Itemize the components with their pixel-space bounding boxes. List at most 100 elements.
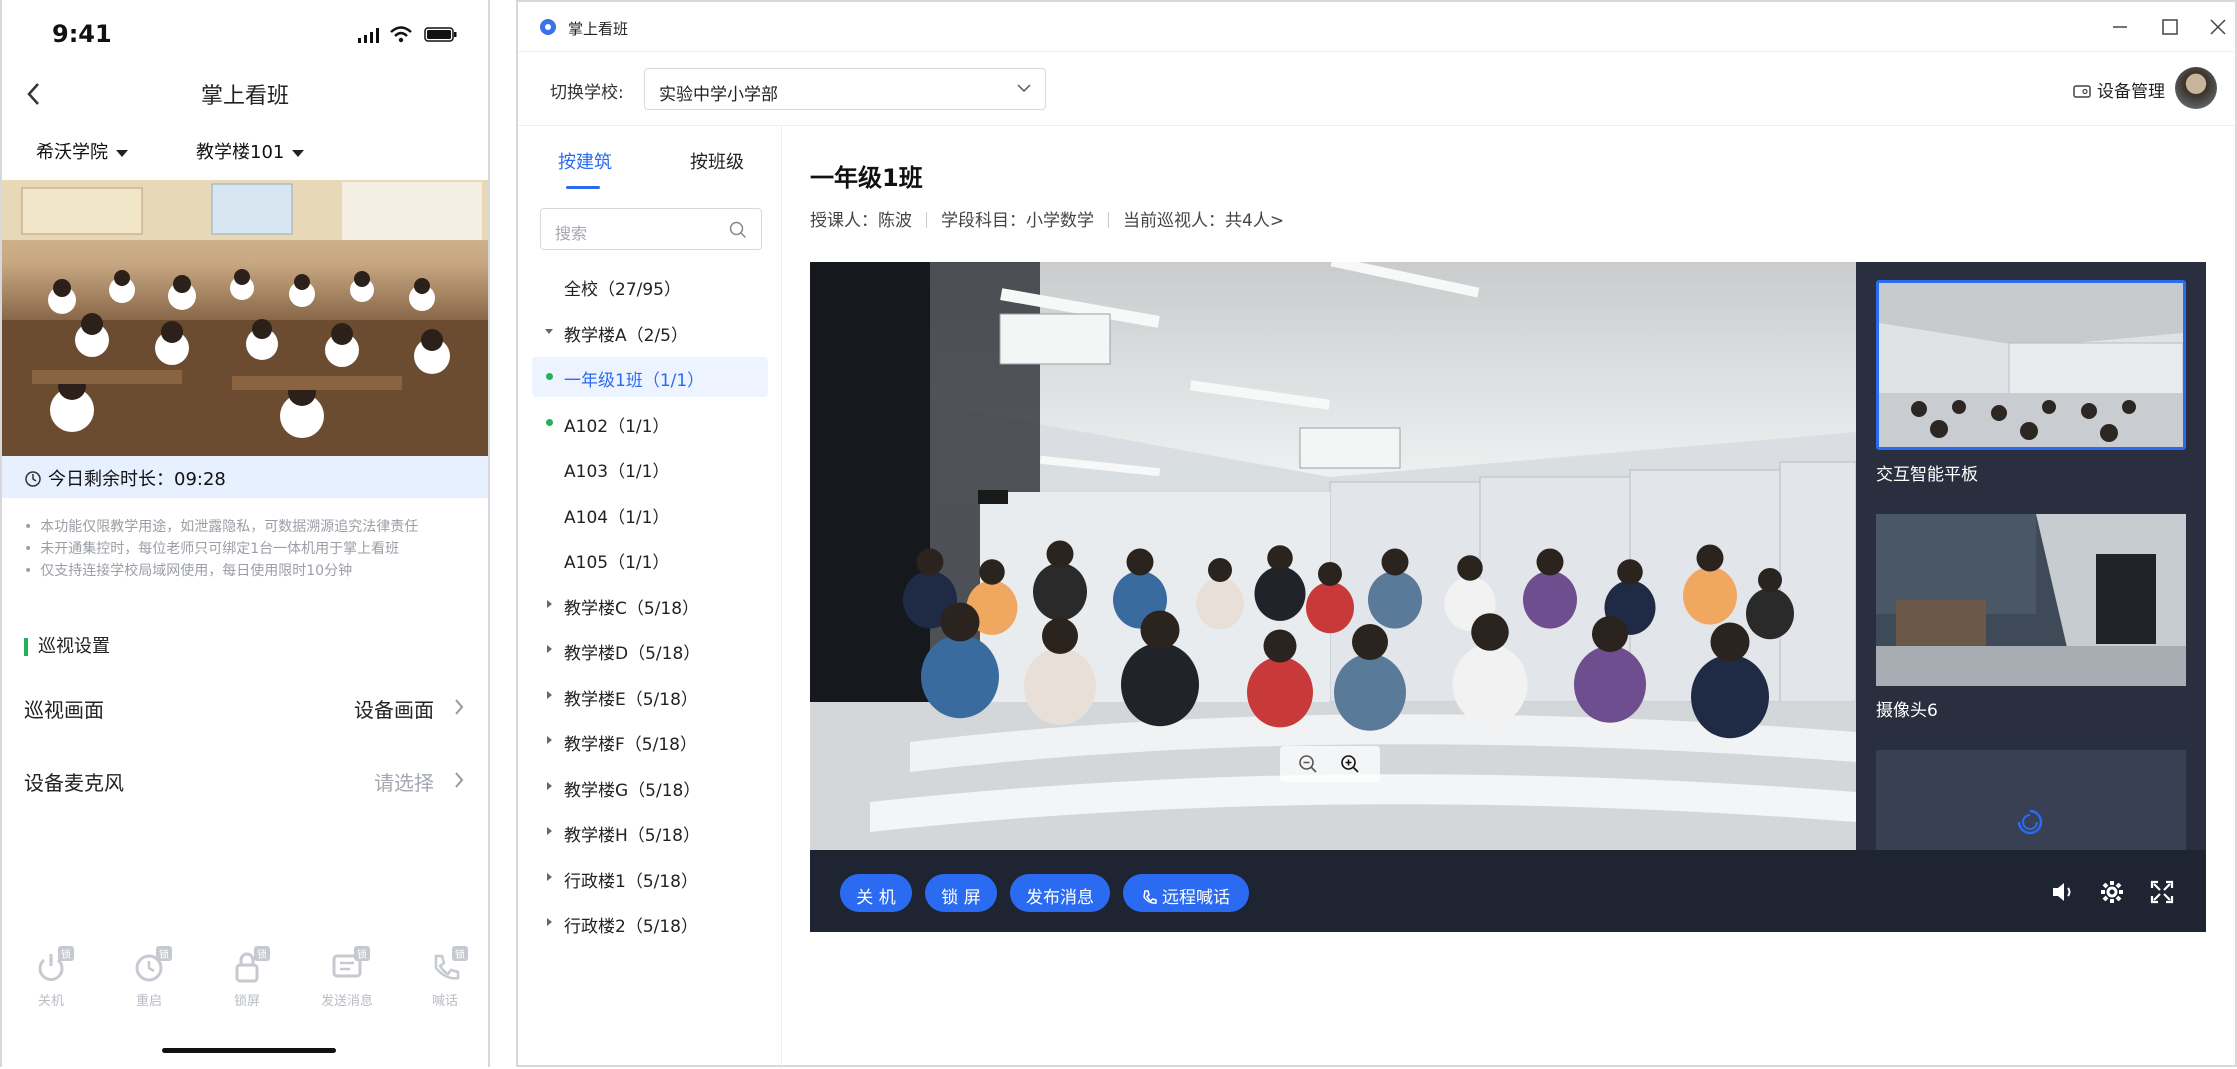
note-item: 本功能仅限教学用途，如泄露隐私，可数据溯源追究法律责任 xyxy=(24,516,418,538)
tree-item[interactable]: 教学楼D（5/18） xyxy=(532,630,768,670)
audience-figure xyxy=(1368,571,1422,629)
search-input[interactable]: 搜索 xyxy=(540,208,762,250)
caret-right-icon[interactable] xyxy=(544,781,554,791)
camera-6-preview xyxy=(1876,514,2186,686)
tab-label: 锁屏 xyxy=(233,994,260,1009)
lock-screen-button[interactable]: 锁 屏 xyxy=(925,874,997,912)
video-panel: 交互智能平板 摄像头6 关 机 锁 屏 发布消息 远程喊话 xyxy=(810,262,2206,932)
caret-right-icon[interactable] xyxy=(544,826,554,836)
toolbar: 切换学校: 实验中学小学部 设备管理 xyxy=(518,52,2235,126)
campus-filter[interactable]: 希沃学院 xyxy=(36,138,128,164)
timer-icon xyxy=(25,471,41,487)
tree-item[interactable]: 教学楼G（5/18） xyxy=(532,767,768,807)
maximize-icon[interactable] xyxy=(2159,16,2181,38)
school-select[interactable]: 实验中学小学部 xyxy=(644,68,1046,110)
building-filter[interactable]: 教学楼101 xyxy=(196,138,305,164)
device-management-button[interactable]: 设备管理 xyxy=(2073,77,2165,102)
tree-item[interactable]: 全校（27/95） xyxy=(532,266,768,306)
audience-figure xyxy=(1746,588,1794,640)
lock-badge: 锁 xyxy=(156,946,172,961)
tree-item[interactable]: 教学楼E（5/18） xyxy=(532,676,768,716)
caret-right-icon[interactable] xyxy=(544,872,554,882)
switch-school-label: 切换学校: xyxy=(550,83,624,103)
minimize-icon[interactable] xyxy=(2109,16,2131,38)
smart-board-preview xyxy=(1879,283,2183,447)
tab-by-building[interactable]: 按建筑 xyxy=(558,148,612,174)
audience-figure xyxy=(940,602,980,642)
audience-figure xyxy=(1452,644,1528,725)
tab-call[interactable]: 锁 喊话 xyxy=(410,946,480,1009)
device-mic-row[interactable]: 设备麦克风 请选择 xyxy=(24,767,468,807)
thumb-loading[interactable] xyxy=(1876,750,2186,850)
remote-call-button[interactable]: 远程喊话 xyxy=(1123,874,1249,912)
device-mic-value: 请选择 xyxy=(374,771,434,795)
caret-right-icon[interactable] xyxy=(544,644,554,654)
tree-item[interactable]: 教学楼H（5/18） xyxy=(532,812,768,852)
tree-item[interactable]: 教学楼F（5/18） xyxy=(532,721,768,761)
thumb-camera-6[interactable] xyxy=(1876,514,2186,686)
tab-send-message[interactable]: 锁 发送消息 xyxy=(312,946,382,1009)
thumb-smart-board[interactable] xyxy=(1876,280,2186,450)
signal-icon xyxy=(358,28,379,43)
page-title: 掌上看班 xyxy=(200,84,289,109)
audience-figure xyxy=(1758,568,1782,592)
audience-figure xyxy=(1592,616,1628,652)
audience-figure xyxy=(1126,548,1154,576)
tree-item[interactable]: 教学楼C（5/18） xyxy=(532,585,768,625)
tree-item[interactable]: 一年级1班（1/1） xyxy=(532,357,768,397)
tree-item[interactable]: A104（1/1） xyxy=(532,494,768,534)
close-icon[interactable] xyxy=(2207,16,2229,38)
tab-label: 发送消息 xyxy=(320,994,373,1009)
audience-figure xyxy=(1263,629,1297,663)
class-meta: 授课人：陈波 学段科目：小学数学 当前巡视人：共4人> xyxy=(810,206,1284,231)
caret-down-icon[interactable] xyxy=(544,326,554,336)
caret-right-icon[interactable] xyxy=(544,599,554,609)
tree-item[interactable]: 教学楼A（2/5） xyxy=(532,312,768,352)
phone-screen: 9:41 掌上看班 希沃学院 教学楼101 今日剩余时长：09:28 • 本功能… xyxy=(0,0,490,1067)
patrol-view-row[interactable]: 巡视画面 设备画面 xyxy=(24,694,468,734)
main-video[interactable] xyxy=(810,262,1856,850)
zoom-in-icon[interactable] xyxy=(1340,754,1360,774)
tab-restart[interactable]: 锁 重启 xyxy=(114,946,184,1009)
audience-figure xyxy=(1536,548,1564,576)
settings-gear-icon[interactable] xyxy=(2100,880,2124,904)
caret-right-icon[interactable] xyxy=(544,917,554,927)
tree-item[interactable]: 行政楼2（5/18） xyxy=(532,903,768,943)
fullscreen-icon[interactable] xyxy=(2150,880,2174,904)
tree-item[interactable]: 行政楼1（5/18） xyxy=(532,858,768,898)
shutdown-button[interactable]: 关 机 xyxy=(840,874,912,912)
video-source-list: 交互智能平板 摄像头6 xyxy=(1856,262,2206,850)
power-icon: 锁 xyxy=(34,946,74,984)
audience-figure xyxy=(1381,548,1409,576)
tree-item[interactable]: A103（1/1） xyxy=(532,448,768,488)
audience-figure xyxy=(916,548,944,576)
viewers-link[interactable]: 当前巡视人：共4人> xyxy=(1123,211,1284,231)
tree-item-label: 行政楼1（5/18） xyxy=(564,871,698,892)
tab-lock-screen[interactable]: 锁 锁屏 xyxy=(212,946,282,1009)
tab-shutdown[interactable]: 锁 关机 xyxy=(16,946,86,1009)
lock-badge: 锁 xyxy=(58,946,74,961)
audience-figure xyxy=(1696,544,1724,572)
chevron-down-icon xyxy=(1017,84,1031,93)
app-title: 掌上看班 xyxy=(568,20,629,38)
tab-label: 喊话 xyxy=(431,994,458,1009)
note-item: 未开通集控时，每位老师只可绑定1台一体机用于掌上看班 xyxy=(24,538,418,560)
caret-right-icon[interactable] xyxy=(544,735,554,745)
audience-figure xyxy=(1471,613,1509,651)
tree-item-label: 行政楼2（5/18） xyxy=(564,917,698,937)
desktop-window: 掌上看班 切换学校: 实验中学小学部 设备管理 按建筑 按班级 搜索 全校（27… xyxy=(516,0,2237,1069)
audience-figure xyxy=(1208,558,1232,582)
audience-figure xyxy=(1523,571,1577,629)
tree-item[interactable]: A102（1/1） xyxy=(532,403,768,443)
user-avatar[interactable] xyxy=(2175,67,2217,109)
volume-icon[interactable] xyxy=(2050,880,2076,904)
tree-item-label: 全校（27/95） xyxy=(564,280,681,300)
tree-item[interactable]: A105（1/1） xyxy=(532,539,768,579)
search-placeholder: 搜索 xyxy=(555,224,588,243)
audience-figure xyxy=(1318,562,1342,586)
tab-by-class[interactable]: 按班级 xyxy=(690,148,744,174)
zoom-out-icon[interactable] xyxy=(1298,754,1318,774)
classroom-live-image[interactable] xyxy=(2,180,488,456)
caret-right-icon[interactable] xyxy=(544,690,554,700)
publish-message-button[interactable]: 发布消息 xyxy=(1010,874,1110,912)
